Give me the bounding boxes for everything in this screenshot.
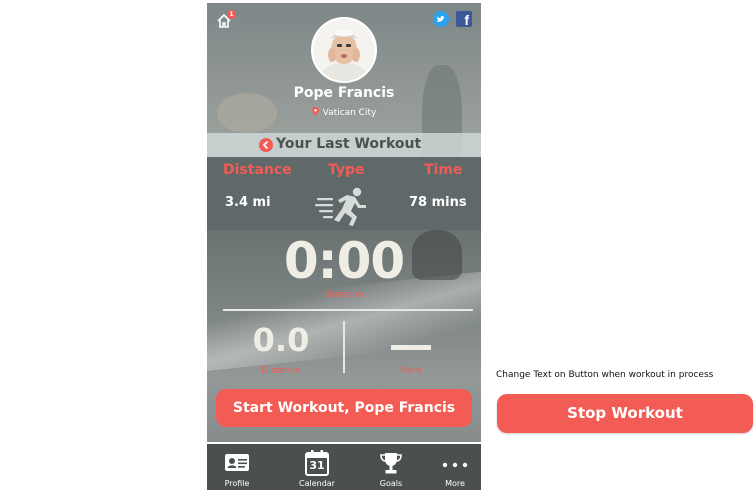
timer-label: Duration bbox=[324, 290, 364, 300]
distance-header: Distance bbox=[223, 162, 292, 178]
timer-display: 0:00 bbox=[283, 232, 405, 290]
more-dots-icon bbox=[441, 450, 469, 476]
last-time-value: 78 mins bbox=[409, 195, 467, 210]
pace-label: Pace bbox=[400, 366, 422, 376]
location-pin-icon bbox=[311, 106, 319, 116]
location-text: Vatican City bbox=[322, 108, 377, 118]
notification-badge: 1 bbox=[227, 10, 236, 19]
tab-more-label: More bbox=[445, 479, 465, 488]
chevron-left-icon[interactable] bbox=[259, 138, 273, 152]
horizontal-divider bbox=[223, 309, 473, 311]
current-distance-label: Distance bbox=[261, 366, 301, 376]
last-workout-bar: Your Last Workout bbox=[207, 133, 481, 157]
tab-goals[interactable]: Goals bbox=[361, 444, 421, 490]
phone-screen: 1 f Pope Francis Vatican City Your Last … bbox=[207, 3, 481, 490]
vertical-divider bbox=[343, 321, 345, 373]
user-location: Vatican City bbox=[207, 106, 481, 118]
last-workout-panel: Distance Type Time 3.4 mi 78 mins bbox=[207, 157, 481, 230]
twitter-icon[interactable] bbox=[433, 11, 449, 27]
running-icon bbox=[315, 186, 373, 226]
trophy-icon bbox=[377, 450, 405, 476]
tab-profile-label: Profile bbox=[224, 479, 250, 488]
tab-goals-label: Goals bbox=[379, 479, 403, 488]
annotation-note: Change Text on Button when workout in pr… bbox=[496, 370, 714, 380]
current-distance-value: 0.0 bbox=[252, 321, 310, 359]
pace-placeholder-dash bbox=[391, 345, 431, 350]
facebook-icon[interactable]: f bbox=[456, 11, 472, 27]
bottom-tab-bar: Profile 31 Calendar Goals More bbox=[207, 442, 481, 490]
profile-card-icon bbox=[223, 450, 251, 476]
tab-calendar[interactable]: 31 Calendar bbox=[287, 444, 347, 490]
start-workout-button[interactable]: Start Workout, Pope Francis bbox=[216, 389, 472, 427]
tab-more[interactable]: More bbox=[425, 444, 481, 490]
calendar-icon: 31 bbox=[303, 450, 331, 476]
user-name: Pope Francis bbox=[293, 85, 395, 101]
stop-workout-button[interactable]: Stop Workout bbox=[497, 394, 753, 433]
calendar-day: 31 bbox=[309, 459, 325, 472]
last-workout-title: Your Last Workout bbox=[276, 136, 422, 152]
tab-calendar-label: Calendar bbox=[299, 479, 335, 488]
tab-profile[interactable]: Profile bbox=[207, 444, 267, 490]
type-header: Type bbox=[328, 162, 365, 178]
time-header: Time bbox=[424, 162, 463, 178]
last-distance-value: 3.4 mi bbox=[225, 195, 271, 210]
avatar[interactable] bbox=[311, 17, 377, 83]
